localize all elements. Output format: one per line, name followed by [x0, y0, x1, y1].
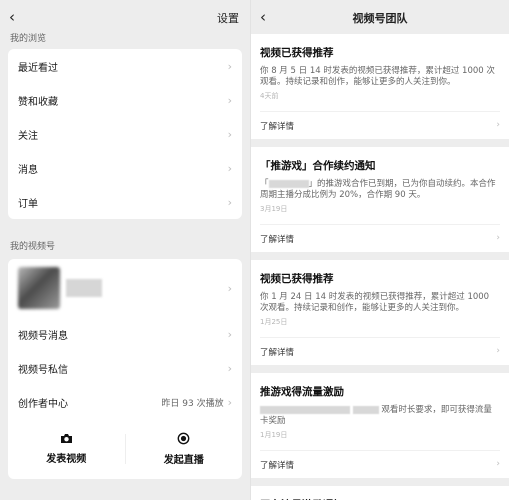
live-icon — [177, 432, 190, 445]
row-label: 订单 — [18, 198, 38, 210]
back-icon[interactable]: ‹ — [260, 9, 278, 25]
right-top-bar: ‹ 视频号团队 — [251, 0, 509, 34]
chevron-right-icon: › — [227, 281, 232, 295]
browse-item-messages[interactable]: 消息 › — [8, 151, 242, 185]
browse-item-following[interactable]: 关注 › — [8, 117, 242, 151]
start-live-label: 发起直播 — [163, 455, 204, 466]
message-title: 视频已获得推荐 — [260, 273, 334, 285]
learn-more-link[interactable]: 了解详情 › — [260, 337, 500, 365]
left-top-bar: ‹ 设置 — [0, 0, 250, 34]
browse-item-orders[interactable]: 订单 › — [8, 185, 242, 219]
learn-more-label: 了解详情 — [260, 234, 295, 245]
learn-more-link[interactable]: 了解详情 › — [260, 111, 500, 139]
message-date: 1月19日 — [260, 431, 288, 439]
message-title: 推游戏得流量激励 — [260, 386, 344, 398]
chevron-right-icon: › — [496, 346, 500, 356]
chevron-right-icon: › — [227, 195, 232, 209]
chevron-right-icon: › — [227, 59, 232, 73]
channel-actions: 发表视频 发起直播 — [8, 419, 242, 479]
settings-button[interactable]: 设置 — [217, 10, 239, 26]
chevron-right-icon: › — [227, 161, 232, 175]
browse-card: 最近看过 › 赞和收藏 › 关注 › 消息 › 订单 › — [8, 49, 242, 219]
chevron-right-icon: › — [496, 459, 500, 469]
message-card: 推游戏得流量激励 观看时长要求，即可获得流量卡奖励 1月19日 了解详情 › — [251, 373, 509, 478]
back-icon[interactable]: ‹ — [9, 9, 27, 25]
chevron-right-icon: › — [496, 233, 500, 243]
channel-dm-row[interactable]: 视频号私信 › — [8, 351, 242, 385]
message-card: 视频已获得推荐 你 8 月 5 日 14 时发表的视频已获得推荐，累计超过 10… — [251, 34, 509, 139]
chevron-right-icon: › — [227, 361, 232, 375]
account-name-redacted — [66, 279, 102, 297]
message-body: 你 1 月 24 日 14 时发表的视频已获得推荐，累计超过 1000 次观看。… — [260, 292, 490, 313]
learn-more-label: 了解详情 — [260, 460, 295, 471]
channel-team-panel: ‹ 视频号团队 视频已获得推荐 你 8 月 5 日 14 时发表的视频已获得推荐… — [250, 0, 509, 500]
chevron-right-icon: › — [496, 120, 500, 130]
channel-account-row[interactable]: › — [8, 259, 242, 317]
learn-more-label: 了解详情 — [260, 347, 295, 358]
message-title: 「推游戏」合作续约通知 — [260, 160, 376, 172]
message-title: 视频已获得推荐 — [260, 47, 334, 59]
row-label: 消息 — [18, 164, 38, 176]
row-label: 最近看过 — [18, 62, 58, 74]
message-date: 1月25日 — [260, 318, 288, 326]
message-body-part: 「 — [260, 179, 269, 189]
redacted-text — [260, 405, 350, 414]
avatar-image — [18, 267, 60, 309]
row-label: 赞和收藏 — [18, 96, 58, 108]
row-label: 视频号消息 — [18, 330, 68, 342]
message-date: 3月19日 — [260, 205, 288, 213]
creator-center-row[interactable]: 创作者中心 昨日 93 次播放 › — [8, 385, 242, 419]
message-title: 平台流量激励通知 — [260, 486, 500, 500]
post-video-label: 发表视频 — [46, 454, 87, 465]
post-video-button[interactable]: 发表视频 — [8, 433, 125, 465]
start-live-button[interactable]: 发起直播 — [126, 432, 243, 466]
redacted-text — [268, 179, 309, 188]
avatar — [18, 267, 102, 309]
row-label: 创作者中心 — [18, 398, 68, 410]
learn-more-label: 了解详情 — [260, 121, 295, 132]
channel-messages-row[interactable]: 视频号消息 › — [8, 317, 242, 351]
learn-more-link[interactable]: 了解详情 › — [260, 224, 500, 252]
learn-more-link[interactable]: 了解详情 › — [260, 450, 500, 478]
message-body: 你 8 月 5 日 14 时发表的视频已获得推荐，累计超过 1000 次观看。持… — [260, 66, 495, 87]
creator-center-right: 昨日 93 次播放 › — [161, 396, 232, 409]
chevron-right-icon: › — [227, 127, 232, 141]
browse-item-likes[interactable]: 赞和收藏 › — [8, 83, 242, 117]
browse-item-recent[interactable]: 最近看过 › — [8, 49, 242, 83]
message-card: 「推游戏」合作续约通知 「」的推游戏合作已到期，已为你自动续约。本合作周期主播分… — [251, 147, 509, 252]
chevron-right-icon: › — [227, 395, 232, 409]
chevron-right-icon: › — [227, 93, 232, 107]
redacted-text — [352, 405, 379, 414]
page-title: 视频号团队 — [352, 12, 408, 25]
row-label: 视频号私信 — [18, 364, 68, 376]
row-label: 关注 — [18, 130, 38, 142]
message-body: 观看时长要求，即可获得流量卡奖励 — [260, 405, 500, 427]
play-count-hint: 昨日 93 次播放 — [161, 398, 224, 409]
message-card: 平台流量激励通知 — [251, 486, 509, 500]
chevron-right-icon: › — [227, 327, 232, 341]
message-date: 4天前 — [260, 92, 279, 100]
camera-icon — [60, 434, 72, 443]
channel-section-label: 我的视频号 — [10, 242, 56, 252]
message-card: 视频已获得推荐 你 1 月 24 日 14 时发表的视频已获得推荐，累计超过 1… — [251, 260, 509, 365]
message-body: 「」的推游戏合作已到期，已为你自动续约。本合作周期主播分成比例为 20%，合作期… — [260, 179, 500, 201]
channel-card: › 视频号消息 › 视频号私信 › 创作者中心 昨日 93 次播放 › 发表视频 — [8, 259, 242, 479]
me-panel: ‹ 设置 我的浏览 最近看过 › 赞和收藏 › 关注 › 消息 › 订单 › 我… — [0, 0, 250, 500]
